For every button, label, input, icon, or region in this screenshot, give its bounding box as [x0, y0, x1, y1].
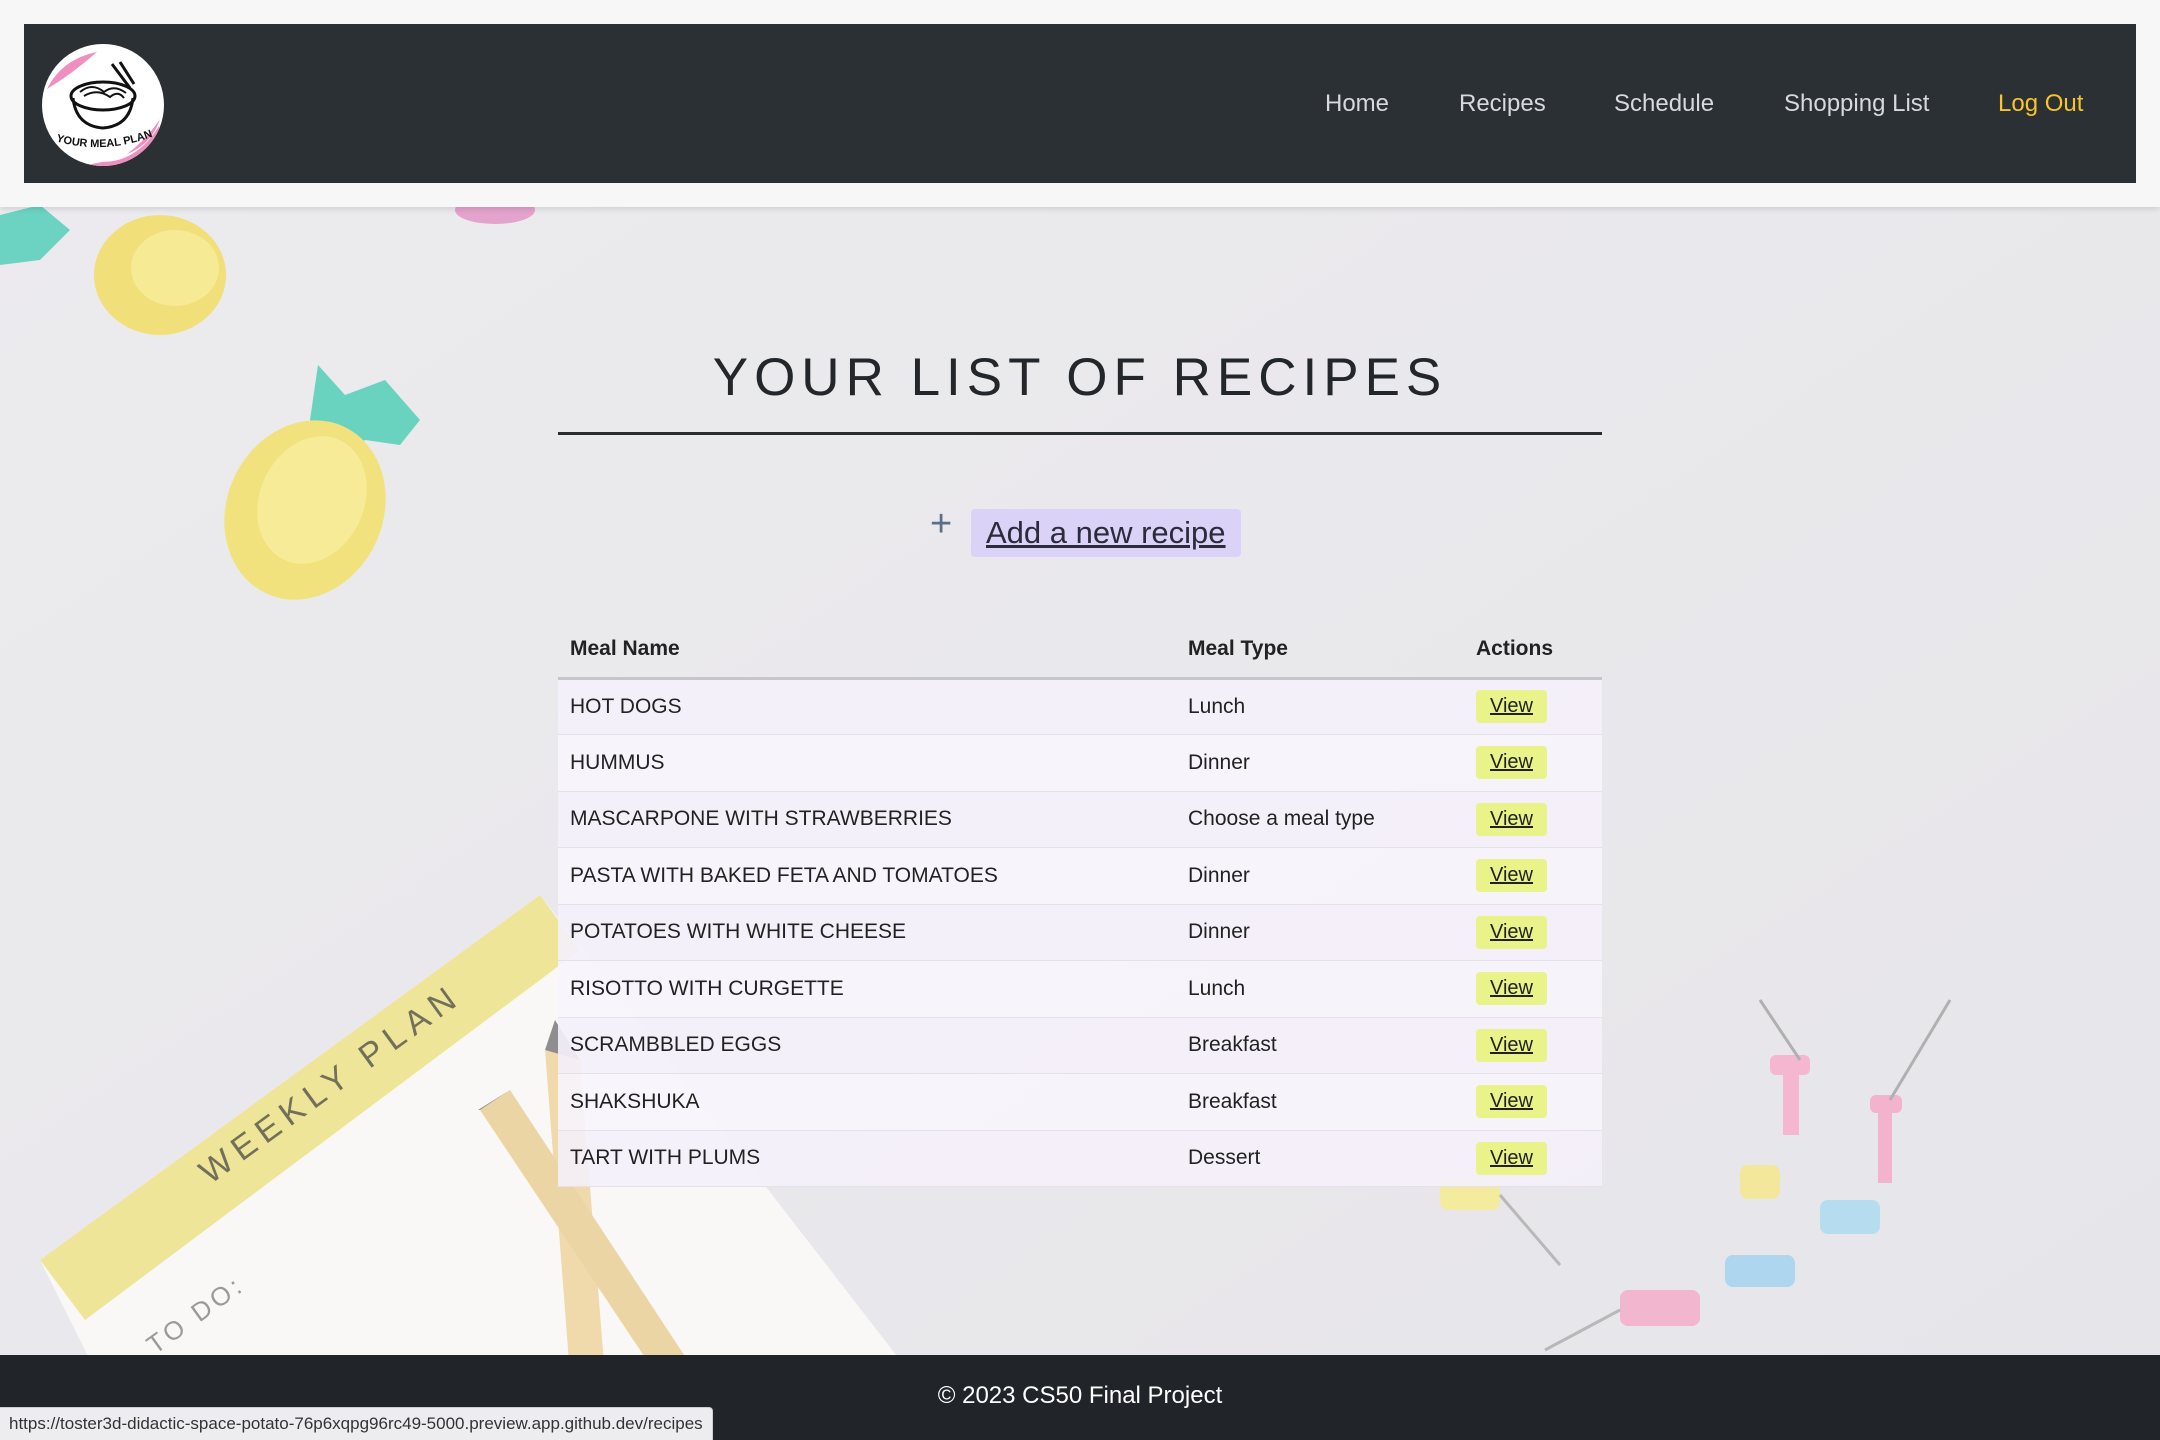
- actions-cell: View: [1464, 678, 1602, 735]
- actions-cell: View: [1464, 791, 1602, 848]
- actions-cell: View: [1464, 1130, 1602, 1187]
- meal-name-cell: MASCARPONE WITH STRAWBERRIES: [558, 791, 1176, 848]
- table-row: POTATOES WITH WHITE CHEESE Dinner View: [558, 904, 1602, 961]
- meal-type-cell: Dinner: [1176, 904, 1464, 961]
- meal-type-cell: Breakfast: [1176, 1073, 1464, 1131]
- column-header-actions: Actions: [1464, 622, 1602, 680]
- meal-name-cell: SHAKSHUKA: [558, 1073, 1176, 1131]
- title-divider: [558, 432, 1602, 435]
- meal-name-cell: SCRAMBBLED EGGS: [558, 1017, 1176, 1074]
- add-recipe-link[interactable]: Add a new recipe: [971, 509, 1241, 557]
- view-button[interactable]: View: [1476, 1085, 1547, 1119]
- footer-copyright: © 2023 CS50 Final Project: [937, 1382, 1223, 1409]
- plus-icon[interactable]: +: [930, 505, 952, 543]
- actions-cell: View: [1464, 1073, 1602, 1131]
- meal-type-cell: Dinner: [1176, 734, 1464, 792]
- navbar: YOUR MEAL PLANNER Home Recipes Schedule …: [24, 24, 2136, 183]
- view-button[interactable]: View: [1476, 802, 1547, 836]
- actions-cell: View: [1464, 734, 1602, 792]
- meal-name-cell: PASTA WITH BAKED FETA AND TOMATOES: [558, 847, 1176, 905]
- meal-type-cell: Dessert: [1176, 1130, 1464, 1187]
- meal-name-cell: POTATOES WITH WHITE CHEESE: [558, 904, 1176, 961]
- meal-name-cell: HOT DOGS: [558, 678, 1176, 735]
- table-row: RISOTTO WITH CURGETTE Lunch View: [558, 960, 1602, 1018]
- nav-logout[interactable]: Log Out: [1998, 24, 2083, 183]
- actions-cell: View: [1464, 1017, 1602, 1074]
- table-row: HOT DOGS Lunch View: [558, 678, 1602, 735]
- meal-type-cell: Lunch: [1176, 678, 1464, 735]
- table-row: SCRAMBBLED EGGS Breakfast View: [558, 1017, 1602, 1074]
- table-row: HUMMUS Dinner View: [558, 734, 1602, 792]
- table-row: TART WITH PLUMS Dessert View: [558, 1130, 1602, 1187]
- logo-icon[interactable]: YOUR MEAL PLANNER: [42, 44, 164, 166]
- svg-text:YOUR MEAL PLANNER: YOUR MEAL PLANNER: [42, 44, 154, 150]
- actions-cell: View: [1464, 847, 1602, 905]
- meal-type-cell: Breakfast: [1176, 1017, 1464, 1074]
- meal-type-cell: Lunch: [1176, 960, 1464, 1018]
- meal-type-cell: Dinner: [1176, 847, 1464, 905]
- column-header-meal-type: Meal Type: [1176, 622, 1464, 680]
- view-button[interactable]: View: [1476, 1141, 1547, 1175]
- recipes-table: Meal Name Meal Type Actions HOT DOGS Lunc…: [558, 622, 1602, 1187]
- nav-recipes[interactable]: Recipes: [1459, 24, 1546, 183]
- table-row: PASTA WITH BAKED FETA AND TOMATOES Dinner…: [558, 847, 1602, 905]
- nav-schedule[interactable]: Schedule: [1614, 24, 1714, 183]
- view-button[interactable]: View: [1476, 972, 1547, 1006]
- nav-shopping-list[interactable]: Shopping List: [1784, 24, 1929, 183]
- actions-cell: View: [1464, 904, 1602, 961]
- view-button[interactable]: View: [1476, 859, 1547, 893]
- header: YOUR MEAL PLANNER Home Recipes Schedule …: [0, 0, 2160, 207]
- view-button[interactable]: View: [1476, 746, 1547, 780]
- meal-name-cell: TART WITH PLUMS: [558, 1130, 1176, 1187]
- meal-type-cell: Choose a meal type: [1176, 791, 1464, 848]
- browser-status-url: https://toster3d-didactic-space-potato-7…: [0, 1407, 713, 1440]
- table-row: MASCARPONE WITH STRAWBERRIES Choose a mea…: [558, 791, 1602, 848]
- table-header-row: Meal Name Meal Type Actions: [558, 622, 1602, 680]
- column-header-meal-name: Meal Name: [558, 622, 1176, 680]
- meal-name-cell: HUMMUS: [558, 734, 1176, 792]
- meal-name-cell: RISOTTO WITH CURGETTE: [558, 960, 1176, 1018]
- view-button[interactable]: View: [1476, 915, 1547, 949]
- view-button[interactable]: View: [1476, 690, 1547, 724]
- view-button[interactable]: View: [1476, 1028, 1547, 1062]
- page-title: YOUR LIST OF RECIPES: [712, 348, 1448, 407]
- nav-home[interactable]: Home: [1325, 24, 1389, 183]
- table-row: SHAKSHUKA Breakfast View: [558, 1073, 1602, 1131]
- actions-cell: View: [1464, 960, 1602, 1018]
